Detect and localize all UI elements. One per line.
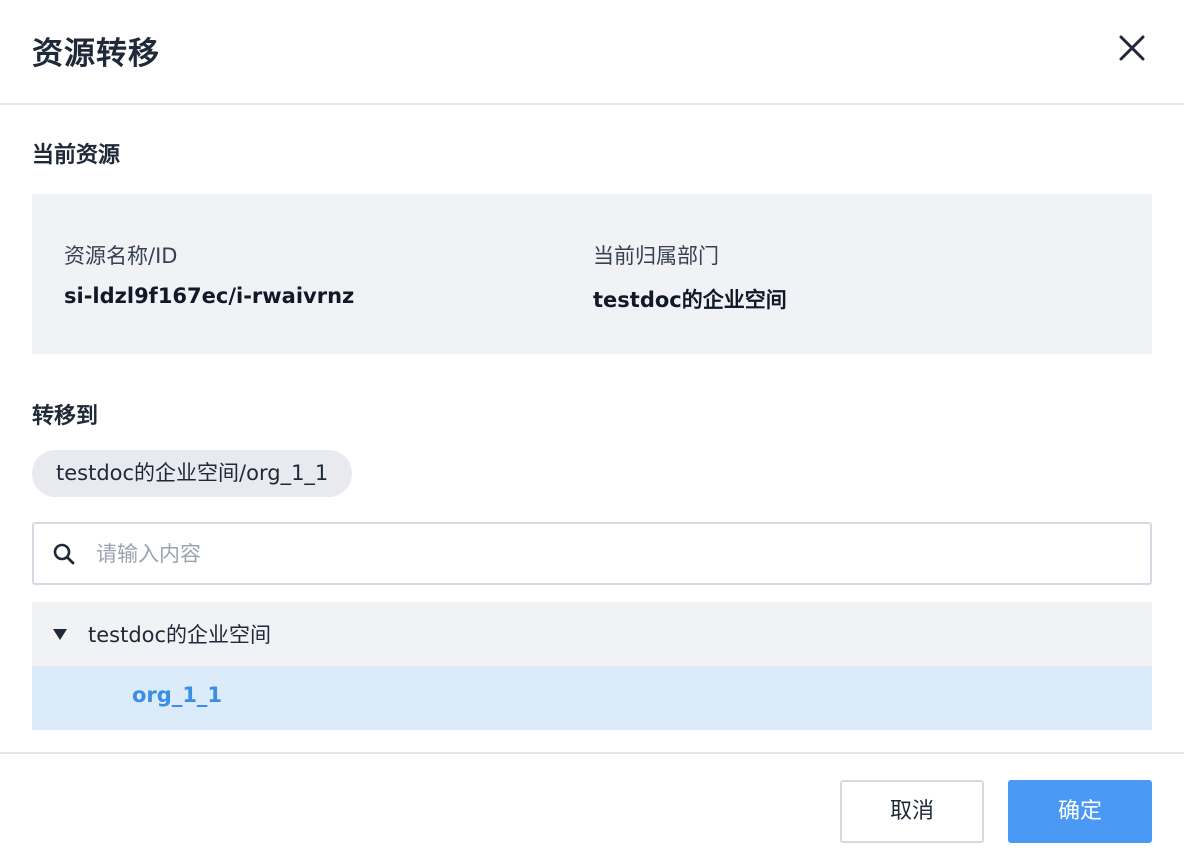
selected-path-chip: testdoc的企业空间/org_1_1 [32, 450, 353, 497]
department-tree: testdoc的企业空间 org_1_1 [32, 602, 1152, 730]
tree-node-label-selected: org_1_1 [132, 683, 223, 707]
footer-divider [0, 752, 1184, 754]
resource-transfer-dialog: 资源转移 当前资源 资源名称/ID si-ldzl9f167ec/i-rwaiv… [0, 0, 1184, 860]
search-icon [53, 543, 75, 565]
tree-node-label: testdoc的企业空间 [88, 623, 272, 647]
search-input[interactable] [96, 532, 1126, 576]
close-icon [1119, 35, 1145, 61]
department-value: testdoc的企业空间 [593, 288, 787, 312]
caret-down-icon[interactable] [52, 626, 68, 642]
tree-node-org-1-1[interactable]: org_1_1 [32, 666, 1152, 730]
dialog-title: 资源转移 [32, 36, 160, 72]
resource-name-label: 资源名称/ID [64, 244, 178, 268]
current-resource-panel: 资源名称/ID si-ldzl9f167ec/i-rwaivrnz 当前归属部门… [32, 194, 1152, 354]
department-label: 当前归属部门 [593, 244, 719, 268]
tree-node-enterprise-space[interactable]: testdoc的企业空间 [32, 602, 1152, 666]
cancel-button[interactable]: 取消 [840, 780, 984, 843]
close-button[interactable] [1112, 28, 1152, 68]
current-resource-heading: 当前资源 [32, 143, 121, 168]
resource-name-value: si-ldzl9f167ec/i-rwaivrnz [64, 284, 355, 308]
resource-name-block: 资源名称/ID si-ldzl9f167ec/i-rwaivrnz [64, 240, 354, 308]
dialog-header: 资源转移 [0, 0, 1184, 105]
confirm-button[interactable]: 确定 [1008, 780, 1152, 843]
search-box [32, 522, 1152, 585]
department-block: 当前归属部门 testdoc的企业空间 [593, 240, 787, 314]
transfer-to-heading: 转移到 [32, 404, 99, 429]
